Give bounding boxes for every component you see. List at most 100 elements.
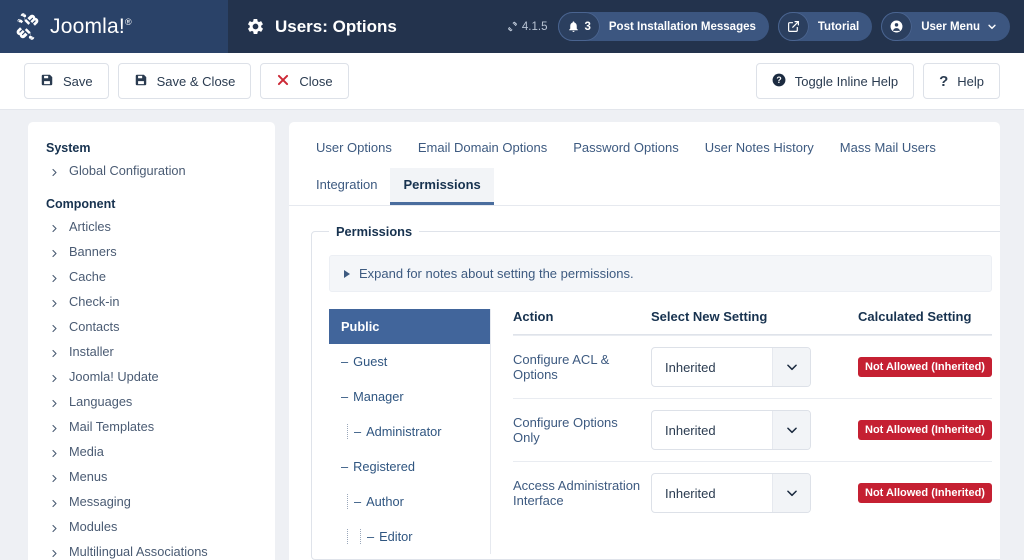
save-icon bbox=[40, 73, 54, 90]
permission-calculated-cell: Not Allowed (Inherited) bbox=[836, 483, 992, 503]
status-badge: Not Allowed (Inherited) bbox=[858, 357, 992, 377]
sidebar-item-languages[interactable]: Languages bbox=[28, 389, 275, 414]
tab-integration[interactable]: Integration bbox=[303, 168, 390, 205]
sidebar-system-list: Global Configuration bbox=[28, 158, 275, 183]
svg-text:?: ? bbox=[776, 74, 781, 84]
user-menu-button[interactable]: User Menu bbox=[881, 12, 1010, 41]
sidebar-item-label: Articles bbox=[69, 219, 111, 234]
page-body: System Global Configuration Component Ar… bbox=[0, 110, 1024, 560]
permission-select-cell: Inherited bbox=[651, 410, 836, 450]
sidebar-item-global-configuration[interactable]: Global Configuration bbox=[28, 158, 275, 183]
permissions-fieldset: Permissions Expand for notes about setti… bbox=[311, 224, 1000, 560]
chevron-right-icon bbox=[50, 296, 59, 308]
tab-email-domain-options[interactable]: Email Domain Options bbox=[405, 131, 560, 168]
chevron-down-icon bbox=[772, 411, 810, 449]
group-item-label: Registered bbox=[353, 459, 416, 474]
main-panel: User Options Email Domain Options Password… bbox=[289, 122, 1000, 560]
save-and-close-label: Save & Close bbox=[156, 73, 236, 89]
group-item-manager[interactable]: – Manager bbox=[329, 379, 490, 414]
permissions-panel: Permissions Expand for notes about setti… bbox=[289, 206, 1000, 560]
table-row: Access Administration Interface Inherited… bbox=[513, 461, 992, 524]
version-indicator: 4.1.5 bbox=[507, 20, 548, 33]
group-item-registered[interactable]: – Registered bbox=[329, 449, 490, 484]
group-item-public[interactable]: Public bbox=[329, 309, 490, 344]
sidebar-item-label: Messaging bbox=[69, 494, 131, 509]
chevron-down-icon bbox=[987, 22, 997, 32]
chevron-right-icon bbox=[50, 246, 59, 258]
sidebar-item-check-in[interactable]: Check-in bbox=[28, 289, 275, 314]
permission-calculated-cell: Not Allowed (Inherited) bbox=[836, 420, 992, 440]
triangle-right-icon bbox=[344, 269, 350, 278]
sidebar-item-mail-templates[interactable]: Mail Templates bbox=[28, 414, 275, 439]
tab-mass-mail-users[interactable]: Mass Mail Users bbox=[827, 131, 949, 168]
save-and-close-button[interactable]: Save & Close bbox=[117, 63, 252, 99]
notification-badge: 3 bbox=[558, 12, 600, 41]
action-toolbar: Save Save & Close Close ? Toggle Inline … bbox=[0, 53, 1024, 110]
close-button[interactable]: Close bbox=[260, 63, 349, 99]
options-tabs: User Options Email Domain Options Password… bbox=[289, 122, 1000, 206]
group-item-administrator[interactable]: – Administrator bbox=[329, 414, 490, 449]
sidebar-item-label: Banners bbox=[69, 244, 117, 259]
column-header-action: Action bbox=[513, 309, 554, 324]
tree-guide bbox=[341, 424, 354, 439]
permission-action-label: Configure Options Only bbox=[513, 415, 618, 445]
chevron-right-icon bbox=[50, 165, 59, 177]
tab-password-options[interactable]: Password Options bbox=[560, 131, 692, 168]
sidebar-item-joomla-update[interactable]: Joomla! Update bbox=[28, 364, 275, 389]
tab-user-notes-history[interactable]: User Notes History bbox=[692, 131, 827, 168]
chevron-right-icon bbox=[50, 396, 59, 408]
tab-permissions[interactable]: Permissions bbox=[390, 168, 494, 205]
toggle-inline-help-button[interactable]: ? Toggle Inline Help bbox=[755, 63, 915, 99]
sidebar-component-list: Articles Banners Cache Check-in Contacts Inst… bbox=[28, 214, 275, 560]
sidebar-item-menus[interactable]: Menus bbox=[28, 464, 275, 489]
setting-select[interactable]: Inherited bbox=[651, 473, 811, 513]
permissions-body: Public – Guest – Manager – Administrator – Regis… bbox=[329, 309, 992, 554]
header-actions: 4.1.5 3 Post Installation Messages Tutor… bbox=[507, 12, 1010, 41]
setting-select-value: Inherited bbox=[665, 422, 716, 438]
sidebar-item-modules[interactable]: Modules bbox=[28, 514, 275, 539]
setting-select-value: Inherited bbox=[665, 359, 716, 375]
version-label: 4.1.5 bbox=[521, 20, 548, 33]
post-installation-messages-button[interactable]: 3 Post Installation Messages bbox=[558, 12, 769, 41]
joomla-small-icon bbox=[507, 21, 518, 32]
setting-select[interactable]: Inherited bbox=[651, 410, 811, 450]
sidebar-item-cache[interactable]: Cache bbox=[28, 264, 275, 289]
sidebar-item-multilingual-associations[interactable]: Multilingual Associations bbox=[28, 539, 275, 560]
external-link-icon bbox=[787, 21, 799, 32]
chevron-right-icon bbox=[50, 421, 59, 433]
tab-user-options[interactable]: User Options bbox=[303, 131, 405, 168]
question-mark-icon: ? bbox=[939, 72, 949, 90]
sidebar-item-messaging[interactable]: Messaging bbox=[28, 489, 275, 514]
group-item-editor[interactable]: – Editor bbox=[329, 519, 490, 554]
tutorial-button[interactable]: Tutorial bbox=[777, 12, 873, 41]
close-icon bbox=[276, 73, 290, 90]
help-circle-icon: ? bbox=[772, 73, 786, 90]
sidebar-item-label: Modules bbox=[69, 519, 118, 534]
group-item-label: Editor bbox=[379, 529, 413, 544]
permission-select-cell: Inherited bbox=[651, 347, 836, 387]
status-badge: Not Allowed (Inherited) bbox=[858, 420, 992, 440]
table-header-row: Action Select New Setting Calculated Setti… bbox=[513, 309, 992, 335]
permission-calculated-cell: Not Allowed (Inherited) bbox=[836, 357, 992, 377]
sidebar-item-articles[interactable]: Articles bbox=[28, 214, 275, 239]
group-item-author[interactable]: – Author bbox=[329, 484, 490, 519]
save-button[interactable]: Save bbox=[24, 63, 109, 99]
help-button[interactable]: ? Help bbox=[923, 63, 1000, 99]
setting-select[interactable]: Inherited bbox=[651, 347, 811, 387]
table-row: Configure Options Only Inherited Not Allow… bbox=[513, 398, 992, 461]
sidebar-item-media[interactable]: Media bbox=[28, 439, 275, 464]
group-item-guest[interactable]: – Guest bbox=[329, 344, 490, 379]
sidebar-heading-component: Component bbox=[46, 197, 116, 211]
sidebar-item-label: Installer bbox=[69, 344, 114, 359]
sidebar-item-contacts[interactable]: Contacts bbox=[28, 314, 275, 339]
toggle-inline-help-label: Toggle Inline Help bbox=[794, 73, 899, 89]
sidebar-item-banners[interactable]: Banners bbox=[28, 239, 275, 264]
group-item-label: Author bbox=[366, 494, 404, 509]
sidebar-item-installer[interactable]: Installer bbox=[28, 339, 275, 364]
permissions-table: Action Select New Setting Calculated Setti… bbox=[491, 309, 992, 554]
sidebar: System Global Configuration Component Ar… bbox=[28, 122, 275, 560]
brand-area[interactable]: Joomla!® bbox=[0, 0, 228, 53]
sidebar-item-label: Multilingual Associations bbox=[69, 544, 208, 559]
expand-notes-toggle[interactable]: Expand for notes about setting the permi… bbox=[329, 255, 992, 292]
tutorial-icon-wrap bbox=[777, 12, 809, 41]
